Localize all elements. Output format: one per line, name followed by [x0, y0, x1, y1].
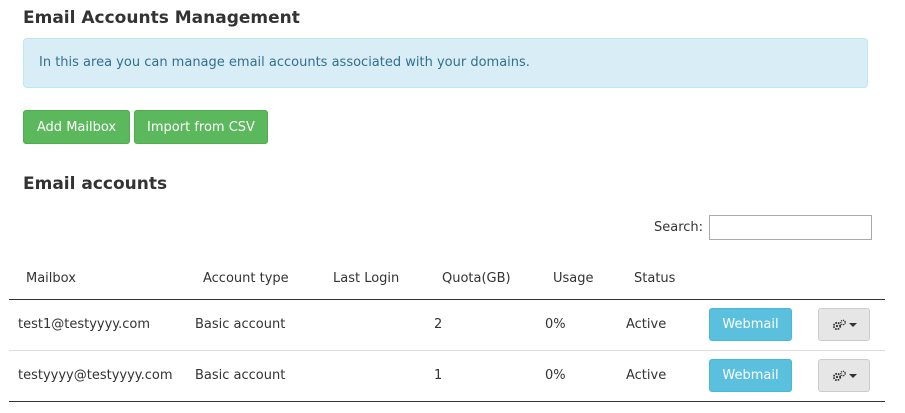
table-bottom-divider	[9, 401, 885, 402]
search-input[interactable]	[709, 215, 872, 240]
table-header-divider	[9, 299, 885, 300]
quota-cell: 2	[434, 317, 443, 332]
search-label: Search:	[654, 220, 704, 235]
mailbox-cell: testyyyy@testyyyy.com	[18, 368, 173, 383]
column-header-last-login[interactable]: Last Login	[333, 271, 399, 286]
section-title: Email accounts	[23, 174, 168, 194]
info-alert: In this area you can manage email accoun…	[23, 38, 868, 88]
actions-dropdown-button[interactable]	[818, 359, 870, 392]
account-type-cell: Basic account	[195, 317, 286, 332]
column-header-mailbox[interactable]: Mailbox	[26, 271, 76, 286]
account-type-cell: Basic account	[195, 368, 286, 383]
webmail-button[interactable]: Webmail	[709, 359, 792, 392]
webmail-button[interactable]: Webmail	[709, 308, 792, 341]
gears-icon	[832, 319, 846, 330]
page-title: Email Accounts Management	[23, 8, 300, 28]
actions-dropdown-button[interactable]	[818, 308, 870, 341]
status-cell: Active	[626, 317, 667, 332]
row-divider	[9, 350, 885, 351]
column-header-account-type[interactable]: Account type	[203, 271, 289, 286]
quota-cell: 1	[434, 368, 443, 383]
column-header-quota[interactable]: Quota(GB)	[442, 271, 511, 286]
column-header-status[interactable]: Status	[634, 271, 675, 286]
info-alert-text: In this area you can manage email accoun…	[39, 55, 530, 70]
mailbox-cell: test1@testyyyy.com	[18, 317, 151, 332]
usage-cell: 0%	[545, 368, 566, 383]
chevron-down-icon	[848, 373, 857, 378]
import-csv-button[interactable]: Import from CSV	[134, 110, 268, 144]
usage-cell: 0%	[545, 317, 566, 332]
column-header-usage[interactable]: Usage	[553, 271, 594, 286]
status-cell: Active	[626, 368, 667, 383]
add-mailbox-button[interactable]: Add Mailbox	[23, 110, 130, 144]
gears-icon	[832, 370, 846, 381]
chevron-down-icon	[848, 322, 857, 327]
